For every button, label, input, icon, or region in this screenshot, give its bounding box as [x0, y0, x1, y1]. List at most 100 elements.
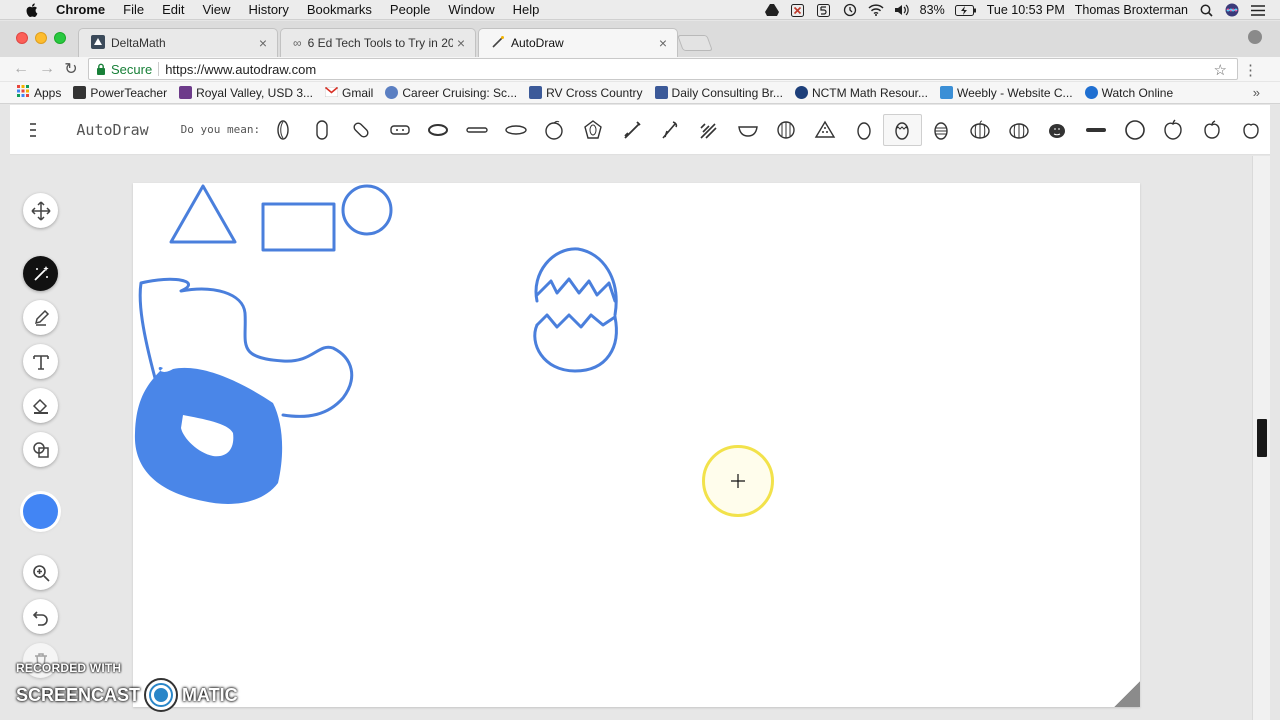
suggestion-item[interactable]: [342, 114, 381, 146]
reload-button[interactable]: ↻: [62, 60, 80, 78]
back-button[interactable]: ←: [12, 60, 30, 78]
suggestion-item[interactable]: [496, 114, 535, 146]
bookmark-watch-online[interactable]: Watch Online: [1084, 86, 1173, 100]
color-tool[interactable]: [23, 494, 58, 529]
gmail-icon: [324, 86, 339, 100]
type-tool[interactable]: [23, 344, 58, 379]
shape-tool[interactable]: [23, 432, 58, 467]
bookmark-gmail[interactable]: Gmail: [324, 86, 373, 100]
suggestion-item[interactable]: [458, 114, 497, 146]
suggestion-item[interactable]: [767, 114, 806, 146]
suggestion-item[interactable]: [264, 114, 303, 146]
suggestion-item[interactable]: [1038, 114, 1077, 146]
spotlight-search-icon[interactable]: [1198, 3, 1214, 17]
window-close-button[interactable]: [16, 32, 28, 44]
suggestion-item[interactable]: [1193, 114, 1232, 146]
fill-tool[interactable]: [23, 388, 58, 423]
suggestion-item[interactable]: [419, 114, 458, 146]
zoom-tool[interactable]: [23, 555, 58, 590]
google-drive-icon[interactable]: [764, 3, 780, 17]
hamburger-menu-icon[interactable]: [30, 122, 37, 137]
canvas-resize-handle[interactable]: [1114, 681, 1140, 707]
url-text[interactable]: https://www.autodraw.com: [165, 62, 316, 77]
suggestion-item[interactable]: [806, 114, 845, 146]
zoom-icon: [32, 564, 50, 582]
wifi-icon[interactable]: [868, 3, 884, 17]
bookmark-weebly[interactable]: Weebly - Website C...: [939, 86, 1073, 100]
menu-help[interactable]: Help: [513, 2, 540, 17]
clock[interactable]: Tue 10:53 PM: [987, 3, 1065, 17]
suggestion-item[interactable]: [844, 114, 883, 146]
suggestion-item[interactable]: [883, 113, 922, 146]
suggestion-item[interactable]: [1154, 114, 1193, 146]
screencast-logo-icon: [144, 678, 179, 712]
apple-icon[interactable]: [24, 0, 40, 20]
profile-icon[interactable]: [1248, 30, 1262, 44]
suggestion-item[interactable]: [961, 114, 1000, 146]
menu-bookmarks[interactable]: Bookmarks: [307, 2, 372, 17]
draw-tool[interactable]: [23, 300, 58, 335]
bookmark-apps[interactable]: Apps: [17, 85, 61, 100]
tab-close-icon[interactable]: ×: [655, 35, 671, 51]
bookmark-label: Royal Valley, USD 3...: [196, 85, 314, 100]
bookmark-label: PowerTeacher: [90, 85, 168, 100]
drawing-canvas[interactable]: [133, 183, 1140, 707]
volume-icon[interactable]: [894, 3, 910, 17]
chrome-menu-icon[interactable]: ⋮: [1243, 61, 1258, 79]
siri-icon[interactable]: [1224, 3, 1240, 17]
tab-ed-tech-tools[interactable]: ∞ 6 Ed Tech Tools to Try in 2018 ×: [280, 28, 476, 57]
vertical-scrollbar[interactable]: [1252, 156, 1270, 720]
window-minimize-button[interactable]: [35, 32, 47, 44]
bookmark-powerteacher[interactable]: PowerTeacher: [73, 86, 167, 100]
tab-close-icon[interactable]: ×: [453, 35, 469, 51]
menu-history[interactable]: History: [248, 2, 288, 17]
five-icon[interactable]: [816, 3, 832, 17]
suggestion-item[interactable]: [303, 114, 342, 146]
notification-center-icon[interactable]: [1250, 3, 1266, 17]
suggestion-item[interactable]: [535, 114, 574, 146]
move-tool[interactable]: [23, 193, 58, 228]
suggestion-item[interactable]: [380, 114, 419, 146]
suggestion-item[interactable]: [651, 114, 690, 146]
suggestion-item[interactable]: [1231, 114, 1270, 146]
browser-toolbar: ← → ↻ Secure https://www.autodraw.com ☆ …: [0, 57, 1280, 81]
suggestion-item[interactable]: [999, 114, 1038, 146]
bookmark-daily-consulting[interactable]: Daily Consulting Br...: [654, 86, 783, 100]
menu-edit[interactable]: Edit: [162, 2, 184, 17]
suggestion-item[interactable]: [922, 114, 961, 146]
battery-icon[interactable]: [954, 3, 977, 17]
window-zoom-button[interactable]: [54, 32, 66, 44]
menu-window[interactable]: Window: [448, 2, 494, 17]
user-name[interactable]: Thomas Broxterman: [1075, 3, 1188, 17]
autodraw-tool[interactable]: [23, 256, 58, 291]
address-bar[interactable]: Secure https://www.autodraw.com ☆: [88, 58, 1238, 80]
bookmark-royal-valley[interactable]: Royal Valley, USD 3...: [179, 86, 313, 100]
bookmark-rv-cross-country[interactable]: RV Cross Country: [529, 86, 643, 100]
bookmark-nctm[interactable]: NCTM Math Resour...: [794, 86, 928, 100]
menu-people[interactable]: People: [390, 2, 430, 17]
suggestion-doodle-icon: [1008, 122, 1029, 139]
menu-view[interactable]: View: [202, 2, 230, 17]
link-icon: ∞: [293, 36, 302, 50]
tab-autodraw[interactable]: AutoDraw ×: [478, 28, 678, 57]
suggestion-item[interactable]: [728, 114, 767, 146]
undo-tool[interactable]: [23, 599, 58, 634]
menu-file[interactable]: File: [123, 2, 144, 17]
new-tab-button[interactable]: [677, 35, 713, 51]
suggestion-item[interactable]: [1115, 114, 1154, 146]
autodraw-icon: [491, 35, 505, 52]
blocker-icon[interactable]: [790, 3, 806, 17]
forward-button[interactable]: →: [38, 60, 56, 78]
menu-app-chrome[interactable]: Chrome: [56, 2, 105, 17]
bookmark-career-cruising[interactable]: Career Cruising: Sc...: [385, 86, 517, 100]
tab-deltamath[interactable]: DeltaMath ×: [78, 28, 278, 57]
timemachine-icon[interactable]: [842, 3, 858, 17]
suggestion-item[interactable]: [1077, 114, 1116, 146]
scrollbar-thumb[interactable]: [1257, 419, 1267, 457]
suggestion-item[interactable]: [690, 114, 729, 146]
tab-close-icon[interactable]: ×: [255, 35, 271, 51]
suggestion-item[interactable]: [574, 114, 613, 146]
bookmarks-overflow-icon[interactable]: »: [1253, 85, 1260, 100]
suggestion-item[interactable]: [612, 114, 651, 146]
bookmark-star-icon[interactable]: ☆: [1214, 61, 1227, 79]
